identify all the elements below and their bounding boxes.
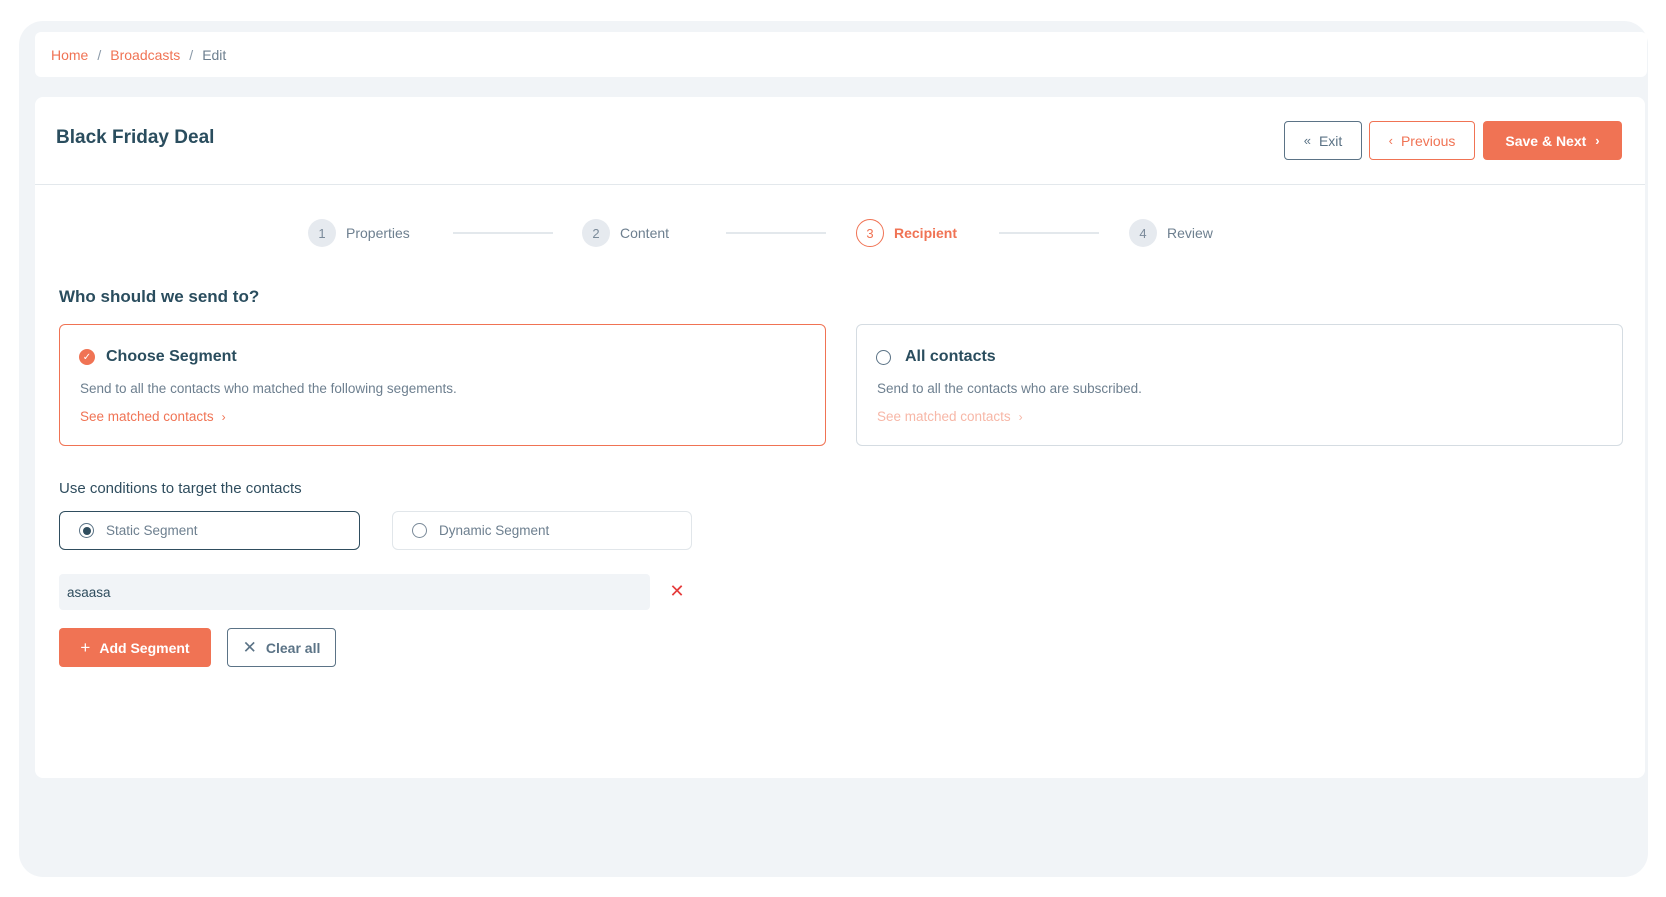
chevron-left-icon: ‹ xyxy=(1388,133,1393,148)
option-title: Choose Segment xyxy=(106,348,237,365)
breadcrumb-separator: / xyxy=(189,46,194,63)
breadcrumb-broadcasts[interactable]: Broadcasts xyxy=(110,47,180,63)
step-connector xyxy=(453,232,553,234)
step-number: 2 xyxy=(582,219,610,247)
plus-icon: + xyxy=(80,637,91,657)
choose-segment-option[interactable]: ✓ Choose Segment Send to all the contact… xyxy=(59,324,826,446)
save-next-button[interactable]: Save & Next › xyxy=(1483,121,1622,160)
step-properties[interactable]: 1 Properties xyxy=(308,219,410,247)
step-label: Content xyxy=(620,225,670,241)
breadcrumb-separator: / xyxy=(97,46,102,63)
chevron-right-icon: › xyxy=(221,410,226,424)
option-title: All contacts xyxy=(905,348,996,365)
radio-empty-icon xyxy=(876,349,891,365)
breadcrumb-home[interactable]: Home xyxy=(51,47,88,63)
static-segment-radio[interactable]: Static Segment xyxy=(59,511,360,550)
header-divider xyxy=(35,184,1645,185)
conditions-label: Use conditions to target the contacts xyxy=(59,480,302,497)
step-number: 1 xyxy=(308,219,336,247)
option-description: Send to all the contacts who matched the… xyxy=(80,381,457,396)
double-chevron-left-icon: « xyxy=(1303,133,1311,148)
broadcast-editor-card: Black Friday Deal « Exit ‹ Previous Save… xyxy=(35,97,1645,778)
stepper: 1 Properties 2 Content 3 Recipient 4 Rev… xyxy=(35,219,1645,247)
radio-label: Dynamic Segment xyxy=(439,523,550,538)
close-icon: ✕ xyxy=(242,637,257,657)
breadcrumb: Home / Broadcasts / Edit xyxy=(51,32,226,77)
recipients-heading: Who should we send to? xyxy=(59,287,260,306)
link-label: See matched contacts xyxy=(877,409,1011,424)
step-review[interactable]: 4 Review xyxy=(1129,219,1213,247)
see-matched-contacts-link[interactable]: See matched contacts › xyxy=(80,409,226,424)
see-matched-contacts-link-disabled: See matched contacts › xyxy=(877,409,1023,424)
step-connector xyxy=(726,232,826,234)
add-segment-label: Add Segment xyxy=(99,639,190,656)
clear-all-button[interactable]: ✕ Clear all xyxy=(227,628,336,667)
clear-all-label: Clear all xyxy=(265,639,321,656)
chevron-right-icon: › xyxy=(1018,410,1023,424)
option-description: Send to all the contacts who are subscri… xyxy=(877,381,1142,396)
previous-label: Previous xyxy=(1400,132,1456,149)
breadcrumb-current: Edit xyxy=(202,46,227,63)
segment-select[interactable] xyxy=(59,574,650,610)
step-recipient[interactable]: 3 Recipient xyxy=(856,219,957,247)
breadcrumb-bar: Home / Broadcasts / Edit xyxy=(35,32,1647,77)
page-title: Black Friday Deal xyxy=(56,127,215,148)
check-circle-icon: ✓ xyxy=(79,349,95,365)
remove-segment-icon[interactable]: ✕ xyxy=(667,581,687,601)
exit-button[interactable]: « Exit xyxy=(1284,121,1362,160)
step-label: Properties xyxy=(346,225,410,241)
dynamic-segment-radio[interactable]: Dynamic Segment xyxy=(392,511,692,550)
step-label: Recipient xyxy=(894,225,958,241)
chevron-right-icon: › xyxy=(1595,133,1600,148)
step-number: 3 xyxy=(856,219,884,247)
link-label: See matched contacts xyxy=(80,409,214,424)
previous-button[interactable]: ‹ Previous xyxy=(1369,121,1475,160)
add-segment-button[interactable]: + Add Segment xyxy=(59,628,211,667)
radio-empty-icon xyxy=(412,523,427,538)
radio-selected-icon xyxy=(79,523,94,538)
save-next-label: Save & Next xyxy=(1505,132,1587,149)
all-contacts-option[interactable]: All contacts Send to all the contacts wh… xyxy=(856,324,1623,446)
exit-label: Exit xyxy=(1318,132,1343,149)
step-label: Review xyxy=(1167,225,1213,241)
step-content[interactable]: 2 Content xyxy=(582,219,669,247)
step-number: 4 xyxy=(1129,219,1157,247)
radio-label: Static Segment xyxy=(106,523,198,538)
step-connector xyxy=(999,232,1099,234)
